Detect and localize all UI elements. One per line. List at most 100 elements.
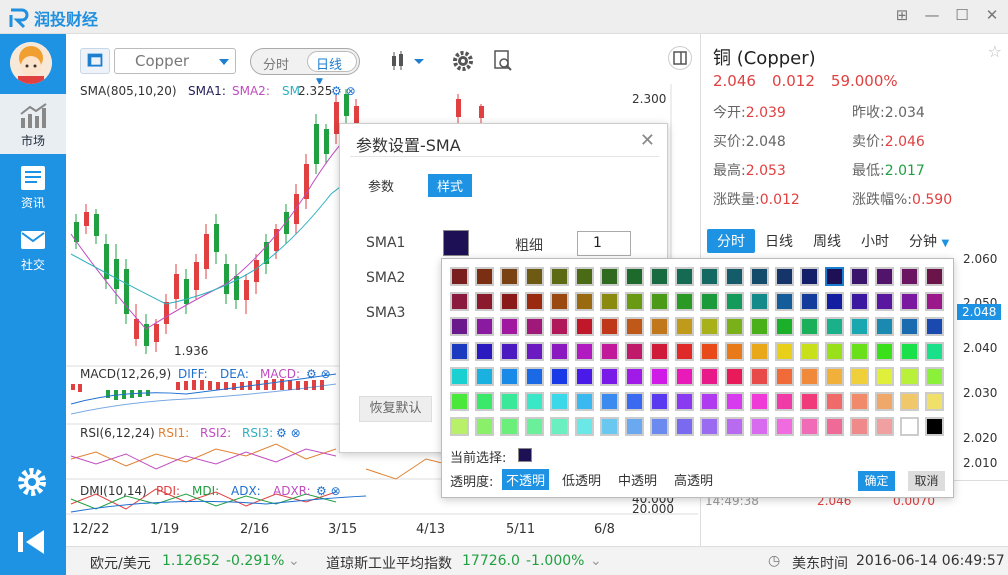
color-swatch[interactable] xyxy=(925,317,944,336)
color-swatch[interactable] xyxy=(825,292,844,311)
thickness-input[interactable]: 1 xyxy=(577,231,631,256)
color-swatch[interactable] xyxy=(475,267,494,286)
tab-minute[interactable]: 分钟 ▼ xyxy=(899,229,959,253)
color-swatch[interactable] xyxy=(725,292,744,311)
ticker-dow-name[interactable]: 道琼斯工业平均指数 xyxy=(326,553,452,573)
close-icon[interactable]: ✕ xyxy=(640,130,655,151)
color-swatch[interactable] xyxy=(850,342,869,361)
chevron-down-icon[interactable]: ⌄ xyxy=(288,553,300,569)
candlestick-type-button[interactable] xyxy=(384,48,434,74)
color-swatch[interactable] xyxy=(875,317,894,336)
color-swatch[interactable] xyxy=(650,317,669,336)
period-toggle[interactable]: 分时 日线▼ xyxy=(250,48,360,87)
sidebar-item-news[interactable]: 资讯 xyxy=(0,156,66,216)
color-swatch[interactable] xyxy=(650,342,669,361)
color-swatch[interactable] xyxy=(925,342,944,361)
color-swatch[interactable] xyxy=(750,267,769,286)
color-swatch[interactable] xyxy=(600,292,619,311)
color-swatch[interactable] xyxy=(525,317,544,336)
color-swatch[interactable] xyxy=(750,292,769,311)
color-swatch[interactable] xyxy=(725,267,744,286)
color-swatch[interactable] xyxy=(925,292,944,311)
color-swatch[interactable] xyxy=(675,292,694,311)
color-swatch[interactable] xyxy=(575,367,594,386)
color-swatch[interactable] xyxy=(750,367,769,386)
color-swatch[interactable] xyxy=(650,267,669,286)
color-swatch[interactable] xyxy=(850,392,869,411)
color-swatch[interactable] xyxy=(800,392,819,411)
color-swatch[interactable] xyxy=(900,342,919,361)
color-swatch[interactable] xyxy=(825,267,844,286)
color-swatch[interactable] xyxy=(550,342,569,361)
color-swatch[interactable] xyxy=(900,267,919,286)
color-swatch[interactable] xyxy=(725,342,744,361)
color-swatch[interactable] xyxy=(800,267,819,286)
color-swatch[interactable] xyxy=(475,417,494,436)
color-swatch[interactable] xyxy=(775,392,794,411)
favorite-star-icon[interactable]: ☆ xyxy=(988,42,1002,61)
color-swatch[interactable] xyxy=(725,317,744,336)
color-swatch[interactable] xyxy=(600,342,619,361)
color-swatch[interactable] xyxy=(450,367,469,386)
color-swatch[interactable] xyxy=(825,367,844,386)
color-swatch[interactable] xyxy=(475,367,494,386)
color-swatch[interactable] xyxy=(850,417,869,436)
color-swatch[interactable] xyxy=(775,417,794,436)
color-swatch[interactable] xyxy=(650,392,669,411)
color-swatch[interactable] xyxy=(700,367,719,386)
color-swatch[interactable] xyxy=(750,417,769,436)
color-swatch[interactable] xyxy=(600,367,619,386)
color-swatch[interactable] xyxy=(450,292,469,311)
opacity-option-low[interactable]: 低透明 xyxy=(558,469,605,490)
color-swatch[interactable] xyxy=(800,317,819,336)
sidebar-item-social[interactable]: 社交 xyxy=(0,218,66,278)
confirm-button[interactable]: 确定 xyxy=(858,471,895,491)
color-swatch[interactable] xyxy=(550,417,569,436)
reset-defaults-button[interactable]: 恢复默认 xyxy=(359,396,432,422)
color-swatch[interactable] xyxy=(675,342,694,361)
color-swatch[interactable] xyxy=(500,317,519,336)
color-swatch[interactable] xyxy=(825,417,844,436)
color-swatch[interactable] xyxy=(675,417,694,436)
minimize-icon[interactable]: — xyxy=(922,6,942,24)
tab-parameters[interactable]: 参数 xyxy=(359,174,403,197)
color-swatch[interactable] xyxy=(625,392,644,411)
color-swatch[interactable] xyxy=(700,342,719,361)
color-swatch[interactable] xyxy=(675,392,694,411)
tab-intraday[interactable]: 分时 xyxy=(707,229,755,253)
search-data-button[interactable] xyxy=(490,48,520,74)
color-swatch[interactable] xyxy=(675,317,694,336)
color-swatch[interactable] xyxy=(650,367,669,386)
color-swatch[interactable] xyxy=(850,292,869,311)
color-swatch[interactable] xyxy=(850,317,869,336)
color-swatch[interactable] xyxy=(750,342,769,361)
color-swatch[interactable] xyxy=(800,342,819,361)
color-swatch[interactable] xyxy=(450,317,469,336)
color-swatch[interactable] xyxy=(575,392,594,411)
color-swatch[interactable] xyxy=(500,392,519,411)
color-swatch[interactable] xyxy=(475,317,494,336)
color-swatch[interactable] xyxy=(500,417,519,436)
close-icon[interactable]: ✕ xyxy=(982,6,1002,24)
color-swatch[interactable] xyxy=(650,292,669,311)
color-swatch[interactable] xyxy=(600,392,619,411)
color-swatch[interactable] xyxy=(675,367,694,386)
color-swatch[interactable] xyxy=(525,292,544,311)
color-swatch[interactable] xyxy=(700,267,719,286)
color-swatch[interactable] xyxy=(875,367,894,386)
color-swatch[interactable] xyxy=(625,342,644,361)
tab-weekly[interactable]: 周线 xyxy=(803,229,851,253)
color-swatch[interactable] xyxy=(500,342,519,361)
layout-grid-icon[interactable]: ⊞ xyxy=(892,6,912,24)
color-swatch[interactable] xyxy=(875,392,894,411)
tab-daily[interactable]: 日线 xyxy=(755,229,803,253)
dmi-settings-gear-icon[interactable]: ⚙ ⊗ xyxy=(316,484,341,498)
color-swatch[interactable] xyxy=(500,367,519,386)
color-swatch[interactable] xyxy=(575,417,594,436)
tab-style[interactable]: 样式 xyxy=(428,174,473,197)
color-swatch[interactable] xyxy=(550,367,569,386)
color-swatch[interactable] xyxy=(450,342,469,361)
color-swatch[interactable] xyxy=(525,267,544,286)
color-swatch[interactable] xyxy=(900,317,919,336)
color-swatch[interactable] xyxy=(475,292,494,311)
